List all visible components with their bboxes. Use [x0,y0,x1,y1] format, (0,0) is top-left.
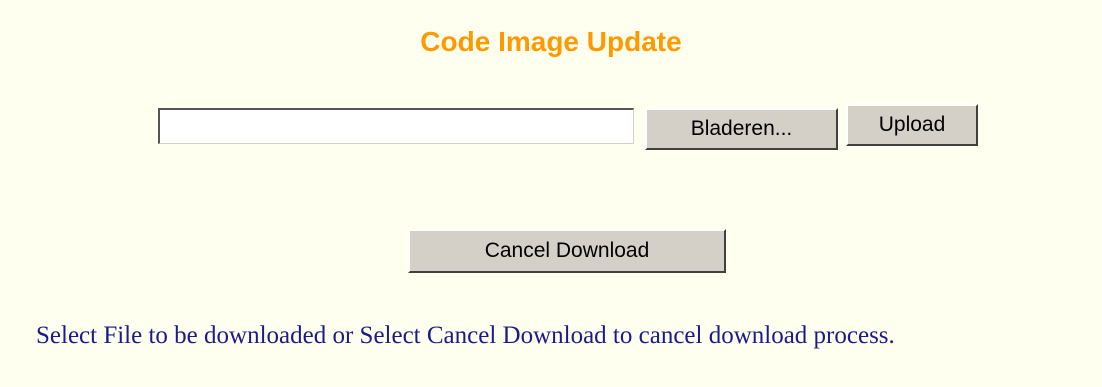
cancel-download-button[interactable]: Cancel Download [408,229,726,273]
file-path-input[interactable] [158,108,634,144]
browse-button[interactable]: Bladeren... [645,108,838,150]
upload-button[interactable]: Upload [846,104,978,146]
code-image-update-panel: Code Image Update Bladeren... Upload Can… [0,0,1102,387]
page-title: Code Image Update [420,26,682,57]
instructions-text: Select File to be downloaded or Select C… [36,322,895,349]
